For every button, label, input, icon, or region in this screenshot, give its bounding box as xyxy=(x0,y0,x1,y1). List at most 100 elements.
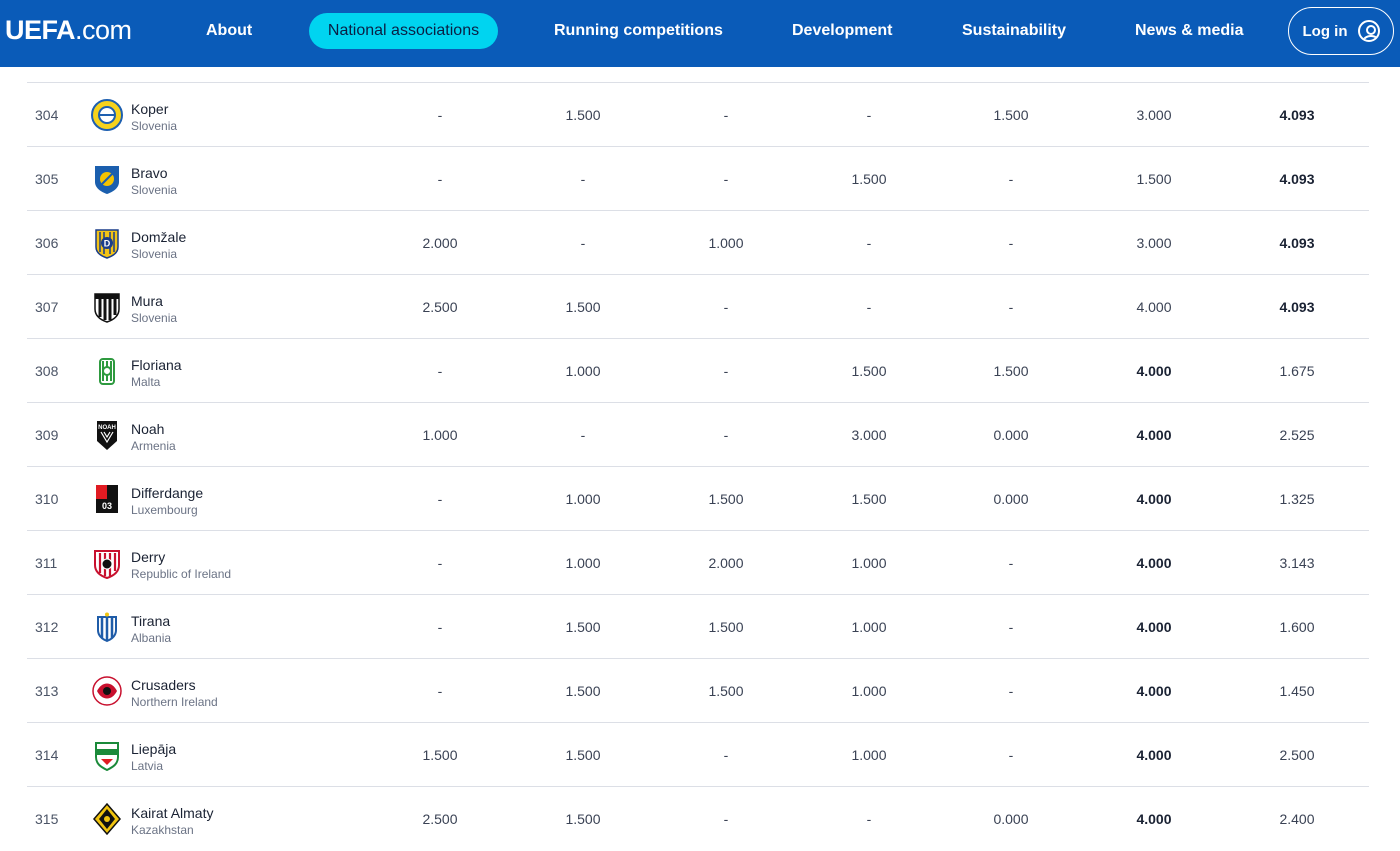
svg-text:03: 03 xyxy=(102,501,112,511)
club-country: Latvia xyxy=(131,759,164,773)
coefficient-cell: 1.500 xyxy=(851,171,887,187)
rank-cell: 308 xyxy=(35,363,59,379)
table-row[interactable]: 309 NOAH Noah Armenia 1.000 - - 3.000 0.000 4.000… xyxy=(27,402,1369,466)
club-info[interactable]: Liepāja Latvia xyxy=(131,740,176,774)
koper-crest-icon xyxy=(91,99,123,131)
domzale-crest-icon: D xyxy=(91,227,123,259)
club-name[interactable]: Bravo xyxy=(131,164,177,182)
club-name[interactable]: Crusaders xyxy=(131,676,218,694)
club-info[interactable]: Crusaders Northern Ireland xyxy=(131,676,218,710)
club-country: Luxembourg xyxy=(131,503,198,517)
coefficient-cell: 1.500 xyxy=(708,619,744,635)
coefficient-cell: 0.000 xyxy=(993,427,1029,443)
coefficient-cell: 1.500 xyxy=(565,747,601,763)
club-name[interactable]: Tirana xyxy=(131,612,171,630)
table-row[interactable]: 312 Tirana Albania - 1.500 1.500 1.000 - 4.000 1.… xyxy=(27,594,1369,658)
nav-development[interactable]: Development xyxy=(792,22,892,40)
coefficient-cell: 1.500 xyxy=(708,683,744,699)
coefficient-cell: 2.000 xyxy=(708,555,744,571)
table-row[interactable]: 314 Liepāja Latvia 1.500 1.500 - 1.000 - 4.000 2.… xyxy=(27,722,1369,786)
club-name[interactable]: Koper xyxy=(131,100,177,118)
club-coefficient-table: 304 Koper Slovenia - 1.500 - - 1.500 3.000 4.093 3… xyxy=(27,82,1369,850)
club-name[interactable]: Mura xyxy=(131,292,177,310)
table-row[interactable]: 313 Crusaders Northern Ireland - 1.500 1.500 1… xyxy=(27,658,1369,722)
club-name[interactable]: Derry xyxy=(131,548,231,566)
coefficient-cell: 2.500 xyxy=(422,811,458,827)
coefficient-cell: 4.093 xyxy=(1279,299,1315,315)
crusaders-crest-icon xyxy=(91,675,123,707)
club-name[interactable]: Kairat Almaty xyxy=(131,804,213,822)
club-name[interactable]: Differdange xyxy=(131,484,203,502)
rank-cell: 309 xyxy=(35,427,59,443)
coefficient-cell: 4.000 xyxy=(1136,555,1172,571)
table-row[interactable]: 308 Floriana Malta - 1.000 - 1.500 1.500 4.000 1.… xyxy=(27,338,1369,402)
coefficient-cell: 1.000 xyxy=(851,747,887,763)
noah-crest-icon: NOAH xyxy=(91,419,123,451)
table-row[interactable]: 311 Derry Republic of Ireland - 1.000 2.000 1.… xyxy=(27,530,1369,594)
coefficient-cell: - xyxy=(580,427,586,443)
coefficient-cell: 4.093 xyxy=(1279,107,1315,123)
table-row[interactable]: 304 Koper Slovenia - 1.500 - - 1.500 3.000 4.093 xyxy=(27,82,1369,146)
table-row[interactable]: 305 Bravo Slovenia - - - 1.500 - 1.500 4.093 xyxy=(27,146,1369,210)
differdange-crest-icon: 03 xyxy=(91,483,123,515)
coefficient-cell: 2.525 xyxy=(1279,427,1315,443)
club-info[interactable]: Mura Slovenia xyxy=(131,292,177,326)
rank-cell: 314 xyxy=(35,747,59,763)
coefficient-cell: - xyxy=(723,811,729,827)
coefficient-cell: 1.675 xyxy=(1279,363,1315,379)
club-info[interactable]: Koper Slovenia xyxy=(131,100,177,134)
table-row[interactable]: 315 Kairat Almaty Kazakhstan 2.500 1.500 - - 0.… xyxy=(27,786,1369,850)
coefficient-cell: 2.500 xyxy=(422,299,458,315)
club-info[interactable]: Floriana Malta xyxy=(131,356,182,390)
rank-cell: 310 xyxy=(35,491,59,507)
coefficient-cell: - xyxy=(1008,235,1014,251)
nav-sustainability[interactable]: Sustainability xyxy=(962,22,1066,40)
coefficient-cell: 1.600 xyxy=(1279,619,1315,635)
login-button[interactable]: Log in xyxy=(1288,7,1394,55)
club-name[interactable]: Liepāja xyxy=(131,740,176,758)
coefficient-cell: - xyxy=(437,171,443,187)
coefficient-cell: 1.500 xyxy=(1136,171,1172,187)
coefficient-cell: - xyxy=(1008,683,1014,699)
rank-cell: 304 xyxy=(35,107,59,123)
coefficient-cell: - xyxy=(866,235,872,251)
club-info[interactable]: Kairat Almaty Kazakhstan xyxy=(131,804,213,838)
rank-cell: 311 xyxy=(35,555,58,571)
table-row[interactable]: 310 03 Differdange Luxembourg - 1.000 1.500 1.5… xyxy=(27,466,1369,530)
club-country: Armenia xyxy=(131,439,176,453)
club-info[interactable]: Differdange Luxembourg xyxy=(131,484,203,518)
club-country: Republic of Ireland xyxy=(131,567,232,581)
coefficient-cell: - xyxy=(437,555,443,571)
coefficient-cell: 2.400 xyxy=(1279,811,1315,827)
club-info[interactable]: Bravo Slovenia xyxy=(131,164,177,198)
coefficient-cell: 1.325 xyxy=(1279,491,1315,507)
club-name[interactable]: Noah xyxy=(131,420,176,438)
nav-national-associations[interactable]: National associations xyxy=(309,13,498,49)
coefficient-cell: - xyxy=(437,619,443,635)
coefficient-cell: 4.000 xyxy=(1136,491,1172,507)
bravo-crest-icon xyxy=(91,163,123,195)
table-row[interactable]: 306 D Domžale Slovenia 2.000 - 1.000 - - 3.000 4.0… xyxy=(27,210,1369,274)
club-name[interactable]: Domžale xyxy=(131,228,186,246)
club-info[interactable]: Tirana Albania xyxy=(131,612,171,646)
coefficient-cell: 1.500 xyxy=(565,683,601,699)
club-info[interactable]: Domžale Slovenia xyxy=(131,228,186,262)
nav-news-media[interactable]: News & media xyxy=(1135,22,1243,40)
table-row[interactable]: 307 Mura Slovenia 2.500 1.500 - - - 4.000 4.093 xyxy=(27,274,1369,338)
coefficient-cell: 3.000 xyxy=(1136,235,1172,251)
club-name[interactable]: Floriana xyxy=(131,356,182,374)
club-info[interactable]: Derry Republic of Ireland xyxy=(131,548,231,582)
nav-about[interactable]: About xyxy=(206,22,252,40)
club-country: Malta xyxy=(131,375,161,389)
uefa-logo[interactable]: UEFA.com xyxy=(5,15,132,46)
coefficient-cell: 1.500 xyxy=(708,491,744,507)
rank-cell: 307 xyxy=(35,299,59,315)
nav-running-competitions[interactable]: Running competitions xyxy=(554,22,723,40)
coefficient-cell: - xyxy=(866,299,872,315)
user-account-icon xyxy=(1357,20,1380,42)
club-info[interactable]: Noah Armenia xyxy=(131,420,176,454)
liepaja-crest-icon xyxy=(91,739,123,772)
coefficient-cell: - xyxy=(1008,171,1014,187)
coefficient-cell: 1.500 xyxy=(851,491,887,507)
coefficient-cell: - xyxy=(723,171,729,187)
